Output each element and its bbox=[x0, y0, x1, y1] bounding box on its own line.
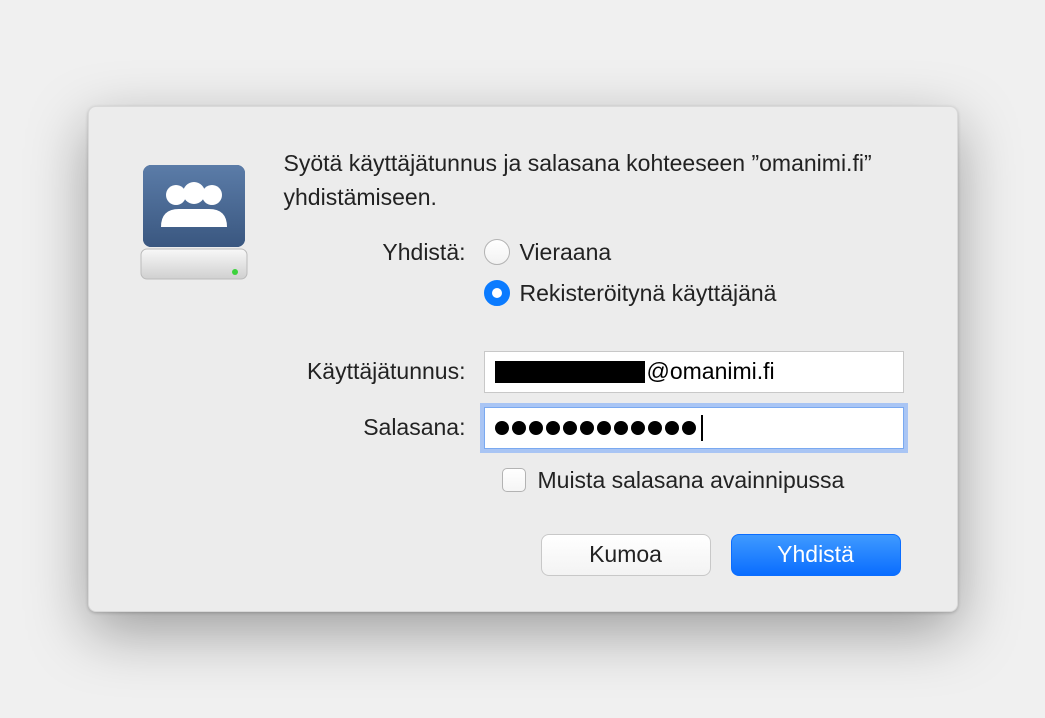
registered-radio-label: Rekisteröitynä käyttäjänä bbox=[520, 280, 777, 307]
username-label: Käyttäjätunnus: bbox=[284, 358, 484, 385]
guest-radio-label: Vieraana bbox=[520, 239, 612, 266]
username-input[interactable]: @omanimi.fi bbox=[484, 351, 904, 393]
guest-radio[interactable]: Vieraana bbox=[484, 239, 777, 266]
password-input[interactable] bbox=[484, 407, 904, 449]
username-suffix: @omanimi.fi bbox=[647, 358, 775, 385]
checkbox-icon bbox=[502, 468, 526, 492]
registered-user-radio[interactable]: Rekisteröitynä käyttäjänä bbox=[484, 280, 777, 307]
radio-icon bbox=[484, 239, 510, 265]
remember-password-checkbox[interactable]: Muista salasana avainnipussa bbox=[502, 467, 907, 494]
redacted-username bbox=[495, 361, 645, 383]
connect-button[interactable]: Yhdistä bbox=[731, 534, 901, 576]
server-users-icon bbox=[139, 157, 249, 282]
connect-as-label: Yhdistä: bbox=[284, 239, 484, 266]
cancel-button[interactable]: Kumoa bbox=[541, 534, 711, 576]
connect-dialog: Syötä käyttäjätunnus ja salasana kohtees… bbox=[88, 106, 958, 612]
radio-icon bbox=[484, 280, 510, 306]
password-label: Salasana: bbox=[284, 414, 484, 441]
dialog-title: Syötä käyttäjätunnus ja salasana kohtees… bbox=[284, 147, 907, 214]
remember-label: Muista salasana avainnipussa bbox=[538, 467, 845, 494]
